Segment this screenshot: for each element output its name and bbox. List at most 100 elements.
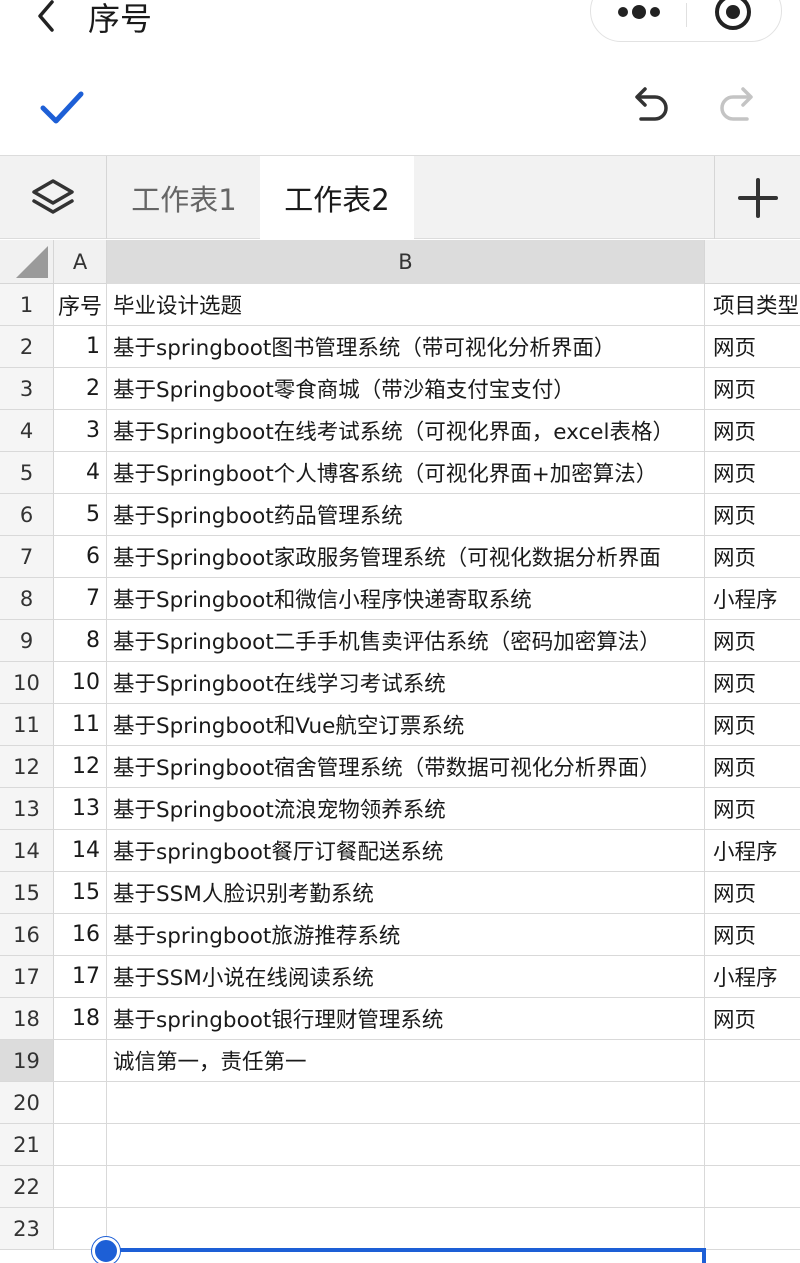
cell-a[interactable]: 2 [54,368,107,409]
cell-c[interactable]: 网页 [705,326,800,367]
row-header[interactable]: 21 [0,1124,54,1165]
cell-a[interactable]: 17 [54,956,107,997]
cell-b[interactable]: 基于Springboot在线考试系统（可视化界面，excel表格） [107,410,705,451]
cell-c[interactable]: 网页 [705,410,800,451]
row-header[interactable]: 6 [0,494,54,535]
cell-a[interactable]: 15 [54,872,107,913]
cell-c[interactable]: 网页 [705,494,800,535]
row-header[interactable]: 3 [0,368,54,409]
cell-a[interactable]: 12 [54,746,107,787]
close-capsule-button[interactable] [687,0,782,43]
cell-c[interactable]: 网页 [705,704,800,745]
undo-button[interactable] [622,80,678,136]
cell-b[interactable]: 基于Springboot和Vue航空订票系统 [107,704,705,745]
row-header[interactable]: 16 [0,914,54,955]
confirm-button[interactable] [34,80,90,136]
selection-drag-handle[interactable] [92,1237,120,1263]
cell-b[interactable]: 基于springboot银行理财管理系统 [107,998,705,1039]
cell-c[interactable] [705,1166,800,1207]
cell-c[interactable]: 网页 [705,998,800,1039]
cell-b[interactable]: 基于Springboot零食商城（带沙箱支付宝支付） [107,368,705,409]
row-header[interactable]: 15 [0,872,54,913]
cell-a[interactable]: 4 [54,452,107,493]
column-header-b[interactable]: B [107,240,705,284]
row-header[interactable]: 19 [0,1040,54,1081]
cell-a[interactable]: 7 [54,578,107,619]
cell-b[interactable]: 基于Springboot在线学习考试系统 [107,662,705,703]
cell-a[interactable]: 16 [54,914,107,955]
cell-a[interactable] [54,1082,107,1123]
row-header[interactable]: 2 [0,326,54,367]
cell-a[interactable]: 8 [54,620,107,661]
row-header[interactable]: 9 [0,620,54,661]
cell-c[interactable] [705,1208,800,1249]
cell-b[interactable] [107,1082,705,1123]
cell-b[interactable]: 基于Springboot和微信小程序快递寄取系统 [107,578,705,619]
row-header[interactable]: 23 [0,1208,54,1249]
cell-b[interactable]: 基于SSM人脸识别考勤系统 [107,872,705,913]
row-header[interactable]: 4 [0,410,54,451]
row-header[interactable]: 22 [0,1166,54,1207]
cell-b[interactable]: 基于Springboot个人博客系统（可视化界面+加密算法） [107,452,705,493]
cell-c[interactable]: 网页 [705,914,800,955]
column-header-c[interactable] [705,240,800,284]
cell-b[interactable] [107,1124,705,1165]
select-all-corner[interactable] [0,240,54,284]
row-header[interactable]: 1 [0,284,54,325]
cell-b[interactable]: 基于Springboot宿舍管理系统（带数据可视化分析界面） [107,746,705,787]
cell-c[interactable]: 网页 [705,746,800,787]
cell-a[interactable]: 18 [54,998,107,1039]
cell-b[interactable]: 基于SSM小说在线阅读系统 [107,956,705,997]
row-header[interactable]: 17 [0,956,54,997]
cell-c[interactable]: 网页 [705,788,800,829]
cell-c[interactable] [705,1040,800,1081]
cell-c[interactable]: 项目类型 [705,284,800,325]
row-header[interactable]: 13 [0,788,54,829]
cell-a[interactable]: 序号 [54,284,107,325]
cell-b[interactable]: 基于Springboot药品管理系统 [107,494,705,535]
cell-a[interactable]: 6 [54,536,107,577]
cell-b[interactable] [107,1166,705,1207]
cell-c[interactable] [705,1124,800,1165]
cell-c[interactable]: 小程序 [705,830,800,871]
cell-c[interactable]: 网页 [705,662,800,703]
tab-sheet1[interactable]: 工作表1 [108,156,260,239]
row-header[interactable]: 11 [0,704,54,745]
cell-b[interactable]: 诚信第一，责任第一 [107,1040,705,1081]
cell-b[interactable]: 基于springboot图书管理系统（带可视化分析界面） [107,326,705,367]
add-sheet-button[interactable] [714,156,800,239]
row-header[interactable]: 8 [0,578,54,619]
cell-c[interactable] [705,1082,800,1123]
cell-c[interactable]: 网页 [705,452,800,493]
cell-c[interactable]: 小程序 [705,578,800,619]
cell-c[interactable]: 网页 [705,368,800,409]
cell-a[interactable]: 3 [54,410,107,451]
sheet-list-button[interactable] [0,156,107,239]
row-header[interactable]: 20 [0,1082,54,1123]
cell-a[interactable]: 14 [54,830,107,871]
cell-a[interactable] [54,1040,107,1081]
cell-a[interactable]: 10 [54,662,107,703]
cell-b[interactable]: 基于springboot餐厅订餐配送系统 [107,830,705,871]
row-header[interactable]: 18 [0,998,54,1039]
row-header[interactable]: 14 [0,830,54,871]
back-button[interactable] [28,0,68,36]
cell-b[interactable]: 基于Springboot流浪宠物领养系统 [107,788,705,829]
more-button[interactable] [591,0,686,43]
cell-a[interactable] [54,1124,107,1165]
cell-b[interactable]: 毕业设计选题 [107,284,705,325]
cell-a[interactable]: 5 [54,494,107,535]
row-header[interactable]: 5 [0,452,54,493]
cell-c[interactable]: 网页 [705,620,800,661]
row-header[interactable]: 12 [0,746,54,787]
cell-c[interactable]: 小程序 [705,956,800,997]
cell-a[interactable]: 11 [54,704,107,745]
cell-b[interactable] [107,1208,705,1249]
row-header[interactable]: 7 [0,536,54,577]
cell-a[interactable]: 1 [54,326,107,367]
cell-a[interactable]: 13 [54,788,107,829]
row-header[interactable]: 10 [0,662,54,703]
cell-b[interactable]: 基于Springboot家政服务管理系统（可视化数据分析界面 [107,536,705,577]
cell-b[interactable]: 基于springboot旅游推荐系统 [107,914,705,955]
cell-b[interactable]: 基于Springboot二手手机售卖评估系统（密码加密算法） [107,620,705,661]
